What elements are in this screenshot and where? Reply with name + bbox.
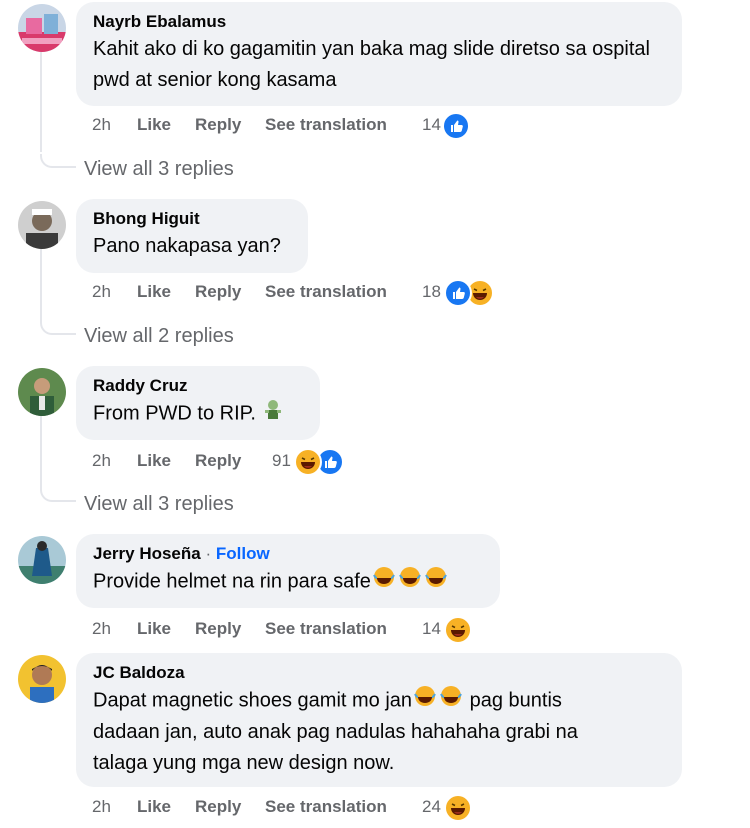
comment-text: Dapat magnetic shoes gamit mo jan pag bu… <box>93 685 665 779</box>
view-replies-link[interactable]: View all 2 replies <box>84 323 234 349</box>
comment-bubble: Raddy Cruz From PWD to RIP. <box>76 366 320 440</box>
reaction-count[interactable]: 14 <box>422 616 441 642</box>
comment-bubble: Bhong Higuit Pano nakapasa yan? <box>76 199 308 273</box>
comment-author[interactable]: Jerry Hoseña <box>93 544 201 563</box>
reply-button[interactable]: Reply <box>195 616 241 642</box>
reply-button[interactable]: Reply <box>195 112 241 138</box>
thread-connector <box>40 154 76 168</box>
comment-author[interactable]: Nayrb Ebalamus <box>93 11 665 33</box>
avatar[interactable] <box>18 368 66 416</box>
comment-text: From PWD to RIP. <box>93 398 303 430</box>
thread-line <box>40 249 42 321</box>
laughing-emoji-icon <box>397 566 423 598</box>
comment-bubble: JC Baldoza Dapat magnetic shoes gamit mo… <box>76 653 682 787</box>
comment-text-line: talaga yung mga new design now. <box>93 752 395 774</box>
comment-bubble: Jerry Hoseña · Follow Provide helmet na … <box>76 534 500 608</box>
reaction-count[interactable]: 91 <box>272 448 291 474</box>
avatar[interactable] <box>18 655 66 703</box>
like-reaction-icon <box>444 279 472 307</box>
avatar[interactable] <box>18 536 66 584</box>
comment-text: Provide helmet na rin para safe <box>93 566 483 598</box>
view-replies-link[interactable]: View all 3 replies <box>84 156 234 182</box>
laughing-emoji-icon <box>423 566 449 598</box>
comment-text-line: dadaan jan, auto anak pag nadulas hahaha… <box>93 721 578 743</box>
see-translation-button[interactable]: See translation <box>265 112 387 138</box>
haha-reaction-icon <box>444 616 472 644</box>
comment-text-line: pag buntis <box>469 689 562 712</box>
reply-button[interactable]: Reply <box>195 794 241 820</box>
thread-line <box>40 52 42 152</box>
comment-time[interactable]: 2h <box>92 616 111 642</box>
like-button[interactable]: Like <box>137 616 171 642</box>
haha-reaction-icon <box>444 794 472 822</box>
see-translation-button[interactable]: See translation <box>265 616 387 642</box>
reaction-count[interactable]: 18 <box>422 279 441 305</box>
comment-author-row: Jerry Hoseña · Follow <box>93 543 483 565</box>
follow-button[interactable]: Follow <box>216 544 270 563</box>
thread-line <box>40 416 42 488</box>
view-replies-link[interactable]: View all 3 replies <box>84 491 234 517</box>
see-translation-button[interactable]: See translation <box>265 279 387 305</box>
see-translation-button[interactable]: See translation <box>265 794 387 820</box>
avatar[interactable] <box>18 201 66 249</box>
laughing-emoji-icon <box>371 566 397 598</box>
comment-actions: 2h Like Reply See translation 14 <box>92 112 492 140</box>
separator-dot: · <box>205 544 216 563</box>
like-button[interactable]: Like <box>137 448 171 474</box>
haha-reaction-icon <box>294 448 322 476</box>
thread-connector <box>40 321 76 335</box>
laughing-emoji-icon <box>412 685 438 717</box>
laughing-emoji-icon <box>438 685 464 717</box>
comment-text-content: From PWD to RIP. <box>93 402 256 425</box>
comment-actions: 2h Like Reply See translation 24 <box>92 794 492 822</box>
thread-connector <box>40 488 76 502</box>
comment-time[interactable]: 2h <box>92 794 111 820</box>
comment-text-line: Dapat magnetic shoes gamit mo jan <box>93 689 413 712</box>
comment-actions: 2h Like Reply See translation 14 <box>92 616 492 644</box>
like-reaction-icon <box>442 112 470 140</box>
comment-actions: 2h Like Reply 91 <box>92 448 392 476</box>
comment-text: Pano nakapasa yan? <box>93 235 281 257</box>
comment-text-content: Provide helmet na rin para safe <box>93 570 371 593</box>
comment-time[interactable]: 2h <box>92 279 111 305</box>
comment-bubble: Nayrb Ebalamus Kahit ako di ko gagamitin… <box>76 2 682 106</box>
comment-time[interactable]: 2h <box>92 112 111 138</box>
like-button[interactable]: Like <box>137 794 171 820</box>
comment-time[interactable]: 2h <box>92 448 111 474</box>
reaction-count[interactable]: 14 <box>422 112 441 138</box>
reaction-count[interactable]: 24 <box>422 794 441 820</box>
comment-author[interactable]: Raddy Cruz <box>93 375 303 397</box>
reply-button[interactable]: Reply <box>195 279 241 305</box>
zombie-emoji-icon <box>262 398 284 430</box>
like-button[interactable]: Like <box>137 279 171 305</box>
comment-text: Kahit ako di ko gagamitin yan baka mag s… <box>93 38 650 91</box>
comment-actions: 2h Like Reply See translation 18 <box>92 279 512 307</box>
like-button[interactable]: Like <box>137 112 171 138</box>
reply-button[interactable]: Reply <box>195 448 241 474</box>
avatar[interactable] <box>18 4 66 52</box>
comment-author[interactable]: Bhong Higuit <box>93 208 291 230</box>
comment-author[interactable]: JC Baldoza <box>93 662 665 684</box>
